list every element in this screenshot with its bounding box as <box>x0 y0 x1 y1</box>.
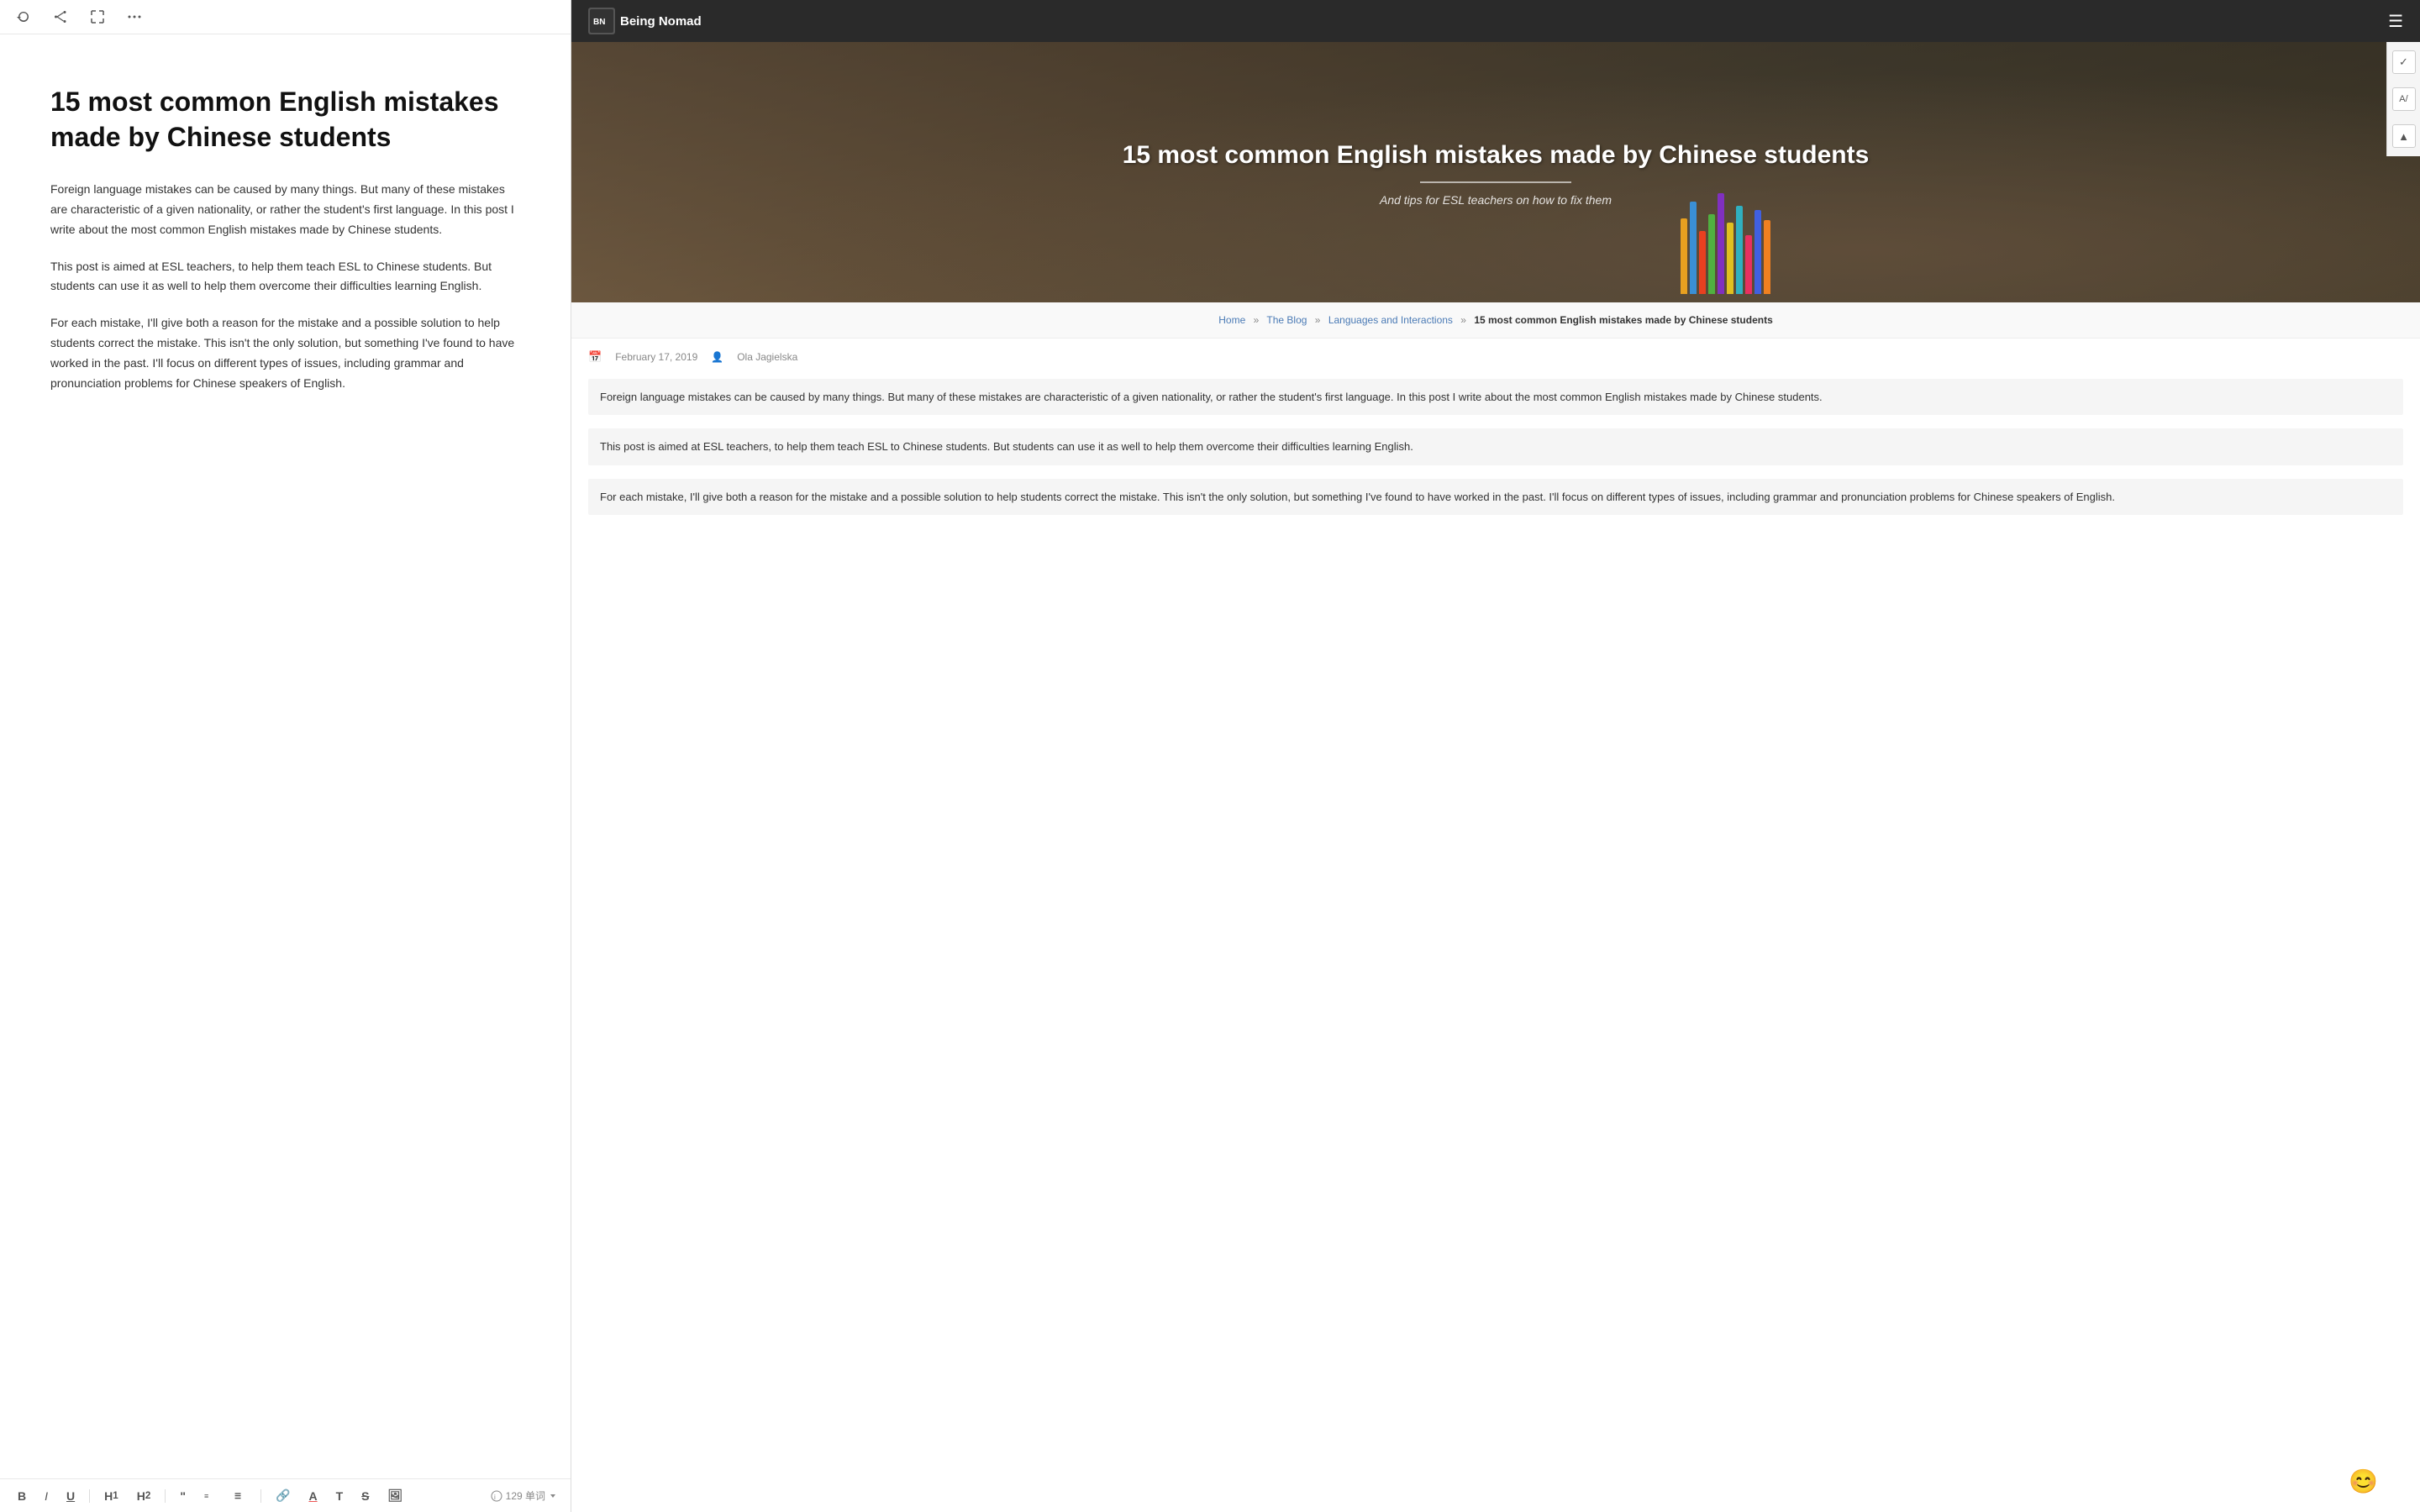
breadcrumb-sep-3: » <box>1460 314 1466 326</box>
h1-button[interactable]: H1 <box>100 1487 123 1505</box>
bold-button[interactable]: B <box>13 1487 30 1505</box>
hero-text-block: 15 most common English mistakes made by … <box>1106 122 1886 223</box>
svg-text:≡: ≡ <box>204 1492 208 1500</box>
hero-section: 15 most common English mistakes made by … <box>571 42 2420 302</box>
hero-title: 15 most common English mistakes made by … <box>1123 139 1870 171</box>
post-author: Ola Jagielska <box>737 351 797 363</box>
paragraph-3: For each mistake, I'll give both a reaso… <box>50 313 520 393</box>
check-icon[interactable]: ✓ <box>2392 50 2416 74</box>
breadcrumb-category[interactable]: Languages and Interactions <box>1328 314 1453 326</box>
hero-divider <box>1420 181 1571 183</box>
separator-2 <box>165 1489 166 1503</box>
text-style-button[interactable]: T <box>332 1487 348 1505</box>
hamburger-menu[interactable]: ☰ <box>2388 11 2403 32</box>
site-navigation: BN Being Nomad ☰ <box>571 0 2420 42</box>
layer-icon[interactable]: ▲ <box>2392 124 2416 148</box>
strikethrough-button[interactable]: S <box>357 1487 373 1505</box>
word-count-text: 129 单词 <box>506 1488 545 1503</box>
post-body: Foreign language mistakes can be caused … <box>571 370 2420 554</box>
word-count-area: i 129 单词 <box>491 1488 557 1503</box>
post-paragraph-2: This post is aimed at ESL teachers, to h… <box>588 428 2403 465</box>
calendar-icon: 📅 <box>588 350 602 364</box>
article-title: 15 most common English mistakes made by … <box>50 85 520 155</box>
site-logo: BN Being Nomad <box>588 8 702 34</box>
ordered-list-button[interactable]: ≡ <box>200 1488 220 1504</box>
separator-1 <box>89 1489 90 1503</box>
breadcrumb-home[interactable]: Home <box>1218 314 1245 326</box>
share-button[interactable] <box>50 7 71 27</box>
breadcrumb: Home » The Blog » Languages and Interact… <box>571 302 2420 339</box>
refresh-button[interactable] <box>13 7 34 27</box>
post-date: February 17, 2019 <box>615 351 697 363</box>
breadcrumb-current: 15 most common English mistakes made by … <box>1474 314 1772 326</box>
quote-button[interactable]: " <box>176 1487 190 1505</box>
post-paragraph-1: Foreign language mistakes can be caused … <box>588 379 2403 415</box>
text-color-button[interactable]: A <box>304 1487 321 1505</box>
breadcrumb-sep-2: » <box>1315 314 1321 326</box>
unordered-list-button[interactable]: ☰ <box>230 1488 250 1504</box>
h2-button[interactable]: H2 <box>133 1487 155 1505</box>
post-paragraph-3: For each mistake, I'll give both a reaso… <box>588 479 2403 515</box>
more-button[interactable] <box>124 12 145 22</box>
svg-text:i: i <box>494 1494 496 1501</box>
author-icon: 👤 <box>711 351 723 363</box>
breadcrumb-sep-1: » <box>1254 314 1260 326</box>
underline-button[interactable]: U <box>62 1487 79 1505</box>
separator-3 <box>260 1489 261 1503</box>
image-button[interactable]: 🖼 <box>383 1486 407 1505</box>
paragraph-1: Foreign language mistakes can be caused … <box>50 180 520 239</box>
format-icon[interactable]: A/ <box>2392 87 2416 111</box>
post-meta: 📅 February 17, 2019 👤 Ola Jagielska <box>571 339 2420 370</box>
svg-text:BN: BN <box>593 18 605 27</box>
breadcrumb-blog[interactable]: The Blog <box>1266 314 1307 326</box>
link-button[interactable]: 🔗 <box>271 1486 294 1505</box>
editor-content-area[interactable]: 15 most common English mistakes made by … <box>0 34 571 1478</box>
bottom-emoji: 😊 <box>2349 1467 2378 1495</box>
logo-text: Being Nomad <box>620 14 702 29</box>
editor-top-toolbar <box>0 0 571 34</box>
editor-panel: 15 most common English mistakes made by … <box>0 0 571 1512</box>
logo-icon: BN <box>588 8 615 34</box>
italic-button[interactable]: I <box>40 1487 52 1505</box>
editor-format-bar: B I U H1 H2 " ≡ ☰ 🔗 A T S 🖼 i 129 单词 <box>0 1478 571 1512</box>
hero-subtitle: And tips for ESL teachers on how to fix … <box>1123 193 1870 207</box>
paragraph-2: This post is aimed at ESL teachers, to h… <box>50 257 520 297</box>
svg-text:☰: ☰ <box>234 1492 241 1500</box>
website-content[interactable]: BN Being Nomad ☰ <box>571 0 2420 1512</box>
browser-panel: BN Being Nomad ☰ <box>571 0 2420 1512</box>
expand-button[interactable] <box>87 7 108 27</box>
right-sidebar-icons: ✓ A/ ▲ <box>2386 42 2420 156</box>
